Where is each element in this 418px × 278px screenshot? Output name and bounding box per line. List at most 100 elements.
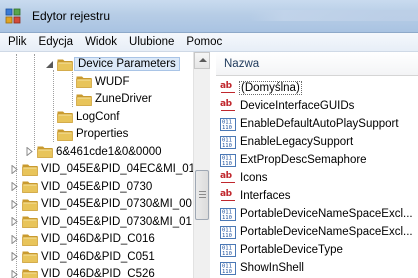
tree-item-label: Device Parameters — [74, 57, 180, 71]
expand-closed-icon[interactable] — [10, 182, 19, 191]
value-row-icons[interactable]: ab Icons — [220, 169, 268, 187]
tree-item-label: VID_045E&PID_0730&MI_00 — [41, 198, 192, 210]
tree-item-6-461cde1-0-0000[interactable]: 6&461cde1&0&0000 — [25, 143, 162, 161]
value-name: (Domyślna) — [239, 81, 302, 95]
value-name: ExtPropDescSemaphore — [240, 154, 367, 166]
tree-item-label: VID_045E&PID_0730&MI_01 — [41, 215, 192, 228]
value-row-portabledevicenamespaceexcl[interactable]: 011 110 PortableDeviceNameSpaceExcl... — [220, 223, 413, 241]
title-bar-background — [250, 10, 418, 21]
tree-item-wudf[interactable]: WUDF — [64, 73, 130, 91]
folder-icon — [22, 234, 38, 246]
tree-item-vid-045e-pid-0730-mi-01[interactable]: VID_045E&PID_0730&MI_01 — [10, 213, 192, 231]
tree-item-vid-045e-pid-0730[interactable]: VID_045E&PID_0730 — [10, 178, 152, 196]
tree-item-device-parameters[interactable]: Device Parameters — [45, 55, 180, 73]
value-name: PortableDeviceNameSpaceExcl... — [240, 208, 413, 220]
registry-editor-icon — [5, 8, 21, 24]
tree-item-vid-045e-pid-04ec-mi-01[interactable]: VID_045E&PID_04EC&MI_01 — [10, 160, 195, 178]
tree-item-vid-045e-pid-0730-mi-00[interactable]: VID_045E&PID_0730&MI_00 — [10, 195, 192, 213]
menu-widok[interactable]: Widok — [79, 34, 123, 51]
tree-item-properties[interactable]: Properties — [45, 125, 128, 143]
tree-item-label: VID_046D&PID_C016 — [41, 233, 155, 245]
tree-scrollbar[interactable] — [193, 52, 210, 278]
folder-icon — [57, 59, 73, 71]
folder-icon — [22, 269, 38, 278]
scroll-up-arrow-icon[interactable] — [194, 52, 210, 69]
folder-icon — [76, 94, 92, 106]
expand-closed-icon[interactable] — [10, 234, 19, 244]
menu-plik[interactable]: Plik — [2, 34, 33, 51]
tree-item-vid-046d-pid-c051[interactable]: VID_046D&PID_C051 — [10, 248, 155, 266]
tree-item-vid-046d-pid-c016[interactable]: VID_046D&PID_C016 — [10, 230, 155, 248]
string-icon-underline — [221, 109, 235, 113]
binary-value-icon: 011110 — [220, 261, 236, 275]
grip-line — [199, 191, 206, 192]
binary-value-icon: 011110 — [220, 117, 236, 131]
folder-icon — [57, 129, 73, 141]
svg-text:110: 110 — [222, 233, 232, 239]
tree-item-zunedriver[interactable]: ZuneDriver — [64, 90, 152, 108]
title-bar[interactable]: Edytor rejestru — [0, 0, 418, 33]
expander-spacer — [64, 77, 73, 86]
folder-icon — [22, 181, 38, 193]
value-name: DeviceInterfaceGUIDs — [240, 100, 355, 112]
folder-icon — [22, 251, 38, 263]
folder-icon — [22, 216, 38, 228]
column-header-name[interactable]: Nazwa — [216, 52, 418, 76]
value-row-portabledevicenamespaceexcl[interactable]: 011 110 PortableDeviceNameSpaceExcl... — [220, 205, 413, 223]
value-name: EnableDefaultAutoPlaySupport — [240, 118, 399, 130]
binary-value-icon: 011110 — [220, 243, 236, 257]
value-row-showinshell[interactable]: 011 110 ShowInShell — [220, 259, 304, 277]
binary-value-icon: 011110 — [220, 225, 236, 239]
tree-item-label: WUDF — [95, 75, 130, 88]
folder-icon — [76, 76, 92, 88]
value-name: ShowInShell — [240, 262, 304, 274]
tree-item-label: ZuneDriver — [95, 93, 152, 105]
svg-text:110: 110 — [222, 215, 232, 221]
value-name: Interfaces — [240, 190, 291, 202]
tree-item-logconf[interactable]: LogConf — [45, 108, 119, 126]
folder-icon — [22, 199, 38, 211]
menu-bar: Plik Edycja Widok Ulubione Pomoc — [0, 33, 418, 52]
value-row-enabledefaultautoplaysupport[interactable]: 011 110 EnableDefaultAutoPlaySupport — [220, 115, 399, 133]
menu-edycja[interactable]: Edycja — [33, 34, 80, 51]
menu-pomoc[interactable]: Pomoc — [180, 34, 228, 51]
value-name: PortableDeviceType — [240, 244, 343, 256]
svg-text:110: 110 — [222, 251, 232, 257]
expand-closed-icon[interactable] — [10, 199, 19, 209]
values-list[interactable]: Nazwa ab (Domyślna) ab DeviceInterfaceGUIDs… — [216, 52, 418, 278]
value-row-enablelegacysupport[interactable]: 011 110 EnableLegacySupport — [220, 133, 353, 151]
tree-item-label: LogConf — [76, 110, 120, 123]
binary-value-icon: 011110 — [220, 135, 236, 149]
tree-item-label: VID_046D&PID_C526 — [41, 268, 155, 278]
expand-closed-icon[interactable] — [10, 164, 19, 174]
expand-closed-icon[interactable] — [10, 217, 19, 226]
string-icon-underline — [221, 91, 235, 95]
folder-icon — [22, 164, 38, 176]
binary-value-icon: 011110 — [220, 153, 236, 167]
key-tree[interactable]: Device Parameters WUDF ZuneDriver LogConf Pr… — [0, 52, 210, 278]
value-row-interfaces[interactable]: ab Interfaces — [220, 187, 291, 205]
tree-item-label: VID_045E&PID_04EC&MI_01 — [41, 163, 196, 175]
value-row-extpropdescsemaphore[interactable]: 011 110 ExtPropDescSemaphore — [220, 151, 367, 169]
svg-text:110: 110 — [222, 161, 232, 167]
value-row-domy-lna[interactable]: ab (Domyślna) — [220, 79, 302, 97]
expand-open-icon[interactable] — [45, 60, 54, 69]
expander-spacer — [45, 112, 54, 121]
string-icon-underline — [221, 199, 235, 203]
svg-text:110: 110 — [222, 125, 232, 131]
expand-closed-icon[interactable] — [10, 252, 19, 261]
grip-line — [199, 194, 206, 195]
expand-closed-icon[interactable] — [10, 269, 19, 278]
menu-ulubione[interactable]: Ulubione — [123, 34, 180, 51]
value-name: Icons — [240, 172, 268, 184]
tree-guide-line — [34, 54, 35, 150]
scroll-thumb[interactable] — [195, 170, 209, 220]
window-title: Edytor rejestru — [32, 9, 111, 23]
value-name: EnableLegacySupport — [240, 136, 354, 148]
binary-value-icon: 011110 — [220, 207, 236, 221]
tree-item-vid-046d-pid-c526[interactable]: VID_046D&PID_C526 — [10, 265, 155, 278]
expander-spacer — [45, 130, 54, 139]
value-row-portabledevicetype[interactable]: 011 110 PortableDeviceType — [220, 241, 343, 259]
expand-closed-icon[interactable] — [25, 147, 34, 156]
value-row-deviceinterfaceguids[interactable]: ab DeviceInterfaceGUIDs — [220, 97, 354, 115]
